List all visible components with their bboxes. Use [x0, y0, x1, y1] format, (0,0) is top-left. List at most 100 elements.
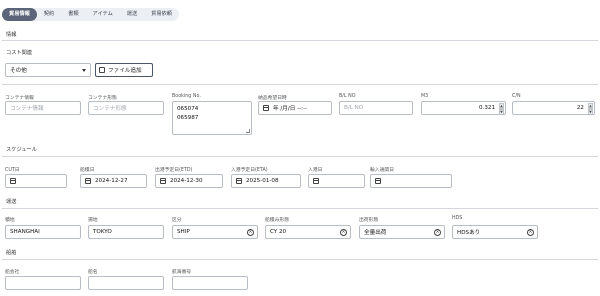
tab-bar: 貿易情報 契約 書類 アイテム 運送 貿易依頼 — [2, 8, 179, 21]
m3-label: M3 — [421, 94, 429, 99]
calendar-icon[interactable] — [10, 178, 16, 184]
cn-number-input[interactable]: 22 ▲ ▼ — [512, 101, 595, 115]
loading-date-input[interactable]: 2024-12-27 — [80, 174, 147, 188]
clear-icon[interactable]: × — [434, 228, 441, 236]
tab-trade-info[interactable]: 貿易情報 — [2, 8, 37, 21]
voyage-number-input[interactable] — [172, 276, 248, 290]
container-type-placeholder: コンテナ形態 — [93, 106, 127, 112]
bl-no-label: B/L NO — [339, 94, 356, 99]
booking-no-textarea[interactable]: 065074 065987 — [172, 101, 252, 135]
calendar-icon[interactable] — [375, 178, 381, 184]
calendar-icon[interactable] — [313, 178, 319, 184]
section-title-info: 情報 — [6, 32, 17, 38]
booking-no-label: Booking No. — [172, 94, 201, 99]
import-clearance-label: 輸入通関日 — [370, 168, 394, 173]
vessel-name-label: 船名 — [88, 270, 98, 275]
loading-port-label: 積地 — [5, 218, 15, 223]
import-clearance-input[interactable] — [370, 174, 452, 188]
discharge-port-label: 揚地 — [88, 218, 98, 223]
section-title-transport: 運送 — [6, 199, 17, 205]
calendar-icon[interactable] — [160, 178, 166, 184]
container-info-placeholder: コンテナ情報 — [10, 106, 44, 112]
shipment-type-value: 全量出荷 — [364, 230, 387, 236]
hds-value: HDSあり — [457, 230, 481, 236]
chevron-down-icon — [82, 69, 86, 72]
divider — [2, 259, 598, 260]
eta-label: 入港予定日(ETA) — [231, 168, 268, 173]
tab-contract[interactable]: 契約 — [37, 8, 61, 21]
vessel-name-input[interactable] — [88, 276, 164, 290]
bl-no-placeholder: B/L NO — [344, 105, 364, 111]
arrival-date-input[interactable] — [308, 174, 365, 188]
etd-input[interactable]: 2024-12-30 — [155, 174, 223, 188]
etd-value: 2024-12-30 — [170, 178, 203, 184]
add-file-button[interactable]: ファイル追加 — [95, 63, 153, 77]
category-label: 区分 — [172, 218, 182, 223]
resize-handle-icon[interactable] — [246, 129, 250, 133]
cn-label: C/N — [512, 94, 521, 99]
booking-no-line: 065074 — [177, 106, 199, 112]
add-file-icon — [99, 67, 105, 73]
divider — [2, 84, 598, 85]
arrival-date-label: 入港日 — [308, 168, 323, 173]
loading-port-value: SHANGHAI — [10, 229, 40, 235]
calendar-icon[interactable] — [85, 178, 91, 184]
shipment-type-select[interactable]: 全量出荷 × — [359, 225, 445, 239]
shipment-type-label: 出荷形態 — [359, 218, 379, 223]
cut-date-label: CUT日 — [5, 168, 20, 173]
tab-transport[interactable]: 運送 — [120, 8, 144, 21]
voyage-number-label: 航海番号 — [172, 270, 192, 275]
shipping-type-label: 船積み形態 — [265, 218, 289, 223]
clear-icon[interactable]: × — [527, 228, 534, 236]
cost-type-value: その他 — [10, 68, 27, 74]
shipping-company-input[interactable] — [5, 276, 81, 290]
shipping-type-value: CY 20 — [270, 229, 287, 235]
cn-value: 22 — [576, 105, 584, 111]
tab-items[interactable]: アイテム — [86, 8, 120, 21]
down-arrow-icon[interactable]: ▼ — [499, 109, 504, 114]
container-info-input[interactable]: コンテナ情報 — [5, 101, 81, 115]
hds-select[interactable]: HDSあり × — [452, 225, 538, 239]
category-value: SHIP — [177, 229, 190, 235]
divider — [2, 208, 598, 209]
m3-number-input[interactable]: 0.321 ▲ ▼ — [421, 101, 506, 115]
down-arrow-icon[interactable]: ▼ — [588, 109, 593, 114]
m3-stepper[interactable]: ▲ ▼ — [499, 103, 504, 114]
eta-value: 2025-01-08 — [246, 178, 279, 184]
tab-documents[interactable]: 書類 — [61, 8, 85, 21]
loading-date-value: 2024-12-27 — [95, 178, 128, 184]
clear-icon[interactable]: × — [340, 228, 347, 236]
category-select[interactable]: SHIP × — [172, 225, 258, 239]
cost-type-select[interactable]: その他 — [5, 63, 91, 77]
calendar-icon[interactable] — [263, 105, 269, 111]
booking-no-line: 065987 — [177, 115, 199, 121]
section-title-schedule: スケジュール — [6, 147, 37, 153]
delivery-datetime-input[interactable]: 年 /月/日 --:-- — [258, 101, 332, 115]
delivery-date-label: 納品希望日時 — [258, 96, 287, 101]
eta-input[interactable]: 2025-01-08 — [231, 174, 301, 188]
loading-port-input[interactable]: SHANGHAI — [5, 225, 81, 239]
discharge-port-value: TOKYO — [93, 229, 112, 235]
add-file-label: ファイル追加 — [108, 68, 142, 74]
divider — [2, 40, 598, 41]
loading-date-label: 船積日 — [80, 168, 95, 173]
hds-label: HDS — [452, 216, 463, 221]
bl-no-input[interactable]: B/L NO — [339, 101, 413, 115]
section-title-ship: 船舶 — [6, 250, 17, 256]
divider — [2, 156, 598, 157]
discharge-port-input[interactable]: TOKYO — [88, 225, 164, 239]
delivery-datetime-value: 年 /月/日 --:-- — [273, 106, 308, 112]
m3-value: 0.321 — [478, 105, 495, 111]
cn-stepper[interactable]: ▲ ▼ — [588, 103, 593, 114]
calendar-icon[interactable] — [236, 178, 242, 184]
container-type-input[interactable]: コンテナ形態 — [88, 101, 164, 115]
clear-icon[interactable]: × — [247, 228, 254, 236]
shipping-type-select[interactable]: CY 20 × — [265, 225, 351, 239]
container-type-label: コンテナ形態 — [88, 96, 117, 101]
etd-label: 出港予定日(ETD) — [155, 168, 193, 173]
tab-trade-request[interactable]: 貿易依頼 — [144, 8, 179, 21]
section-title-cost: コスト関連 — [6, 50, 32, 56]
cut-date-input[interactable] — [5, 174, 67, 188]
container-info-label: コンテナ情報 — [5, 96, 34, 101]
shipping-company-label: 船会社 — [5, 270, 20, 275]
